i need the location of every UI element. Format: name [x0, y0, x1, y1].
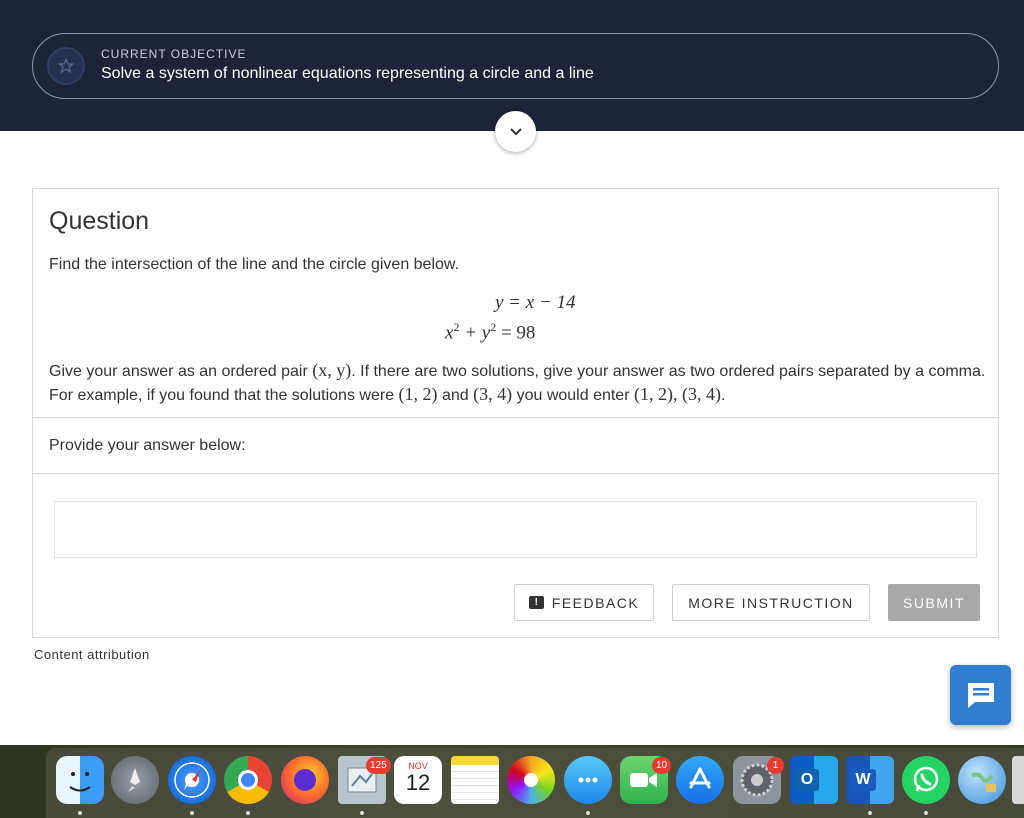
feedback-icon: !: [528, 596, 544, 609]
chevron-down-icon: [509, 127, 522, 135]
network-globe-icon[interactable]: [958, 756, 1006, 804]
app-store-icon[interactable]: [676, 756, 724, 804]
content-attribution-link[interactable]: Content attribution: [34, 647, 150, 662]
launchpad-icon[interactable]: [111, 756, 159, 804]
running-indicator: [360, 811, 364, 815]
photos-icon[interactable]: [507, 756, 555, 804]
running-indicator: [868, 811, 872, 815]
firefox-icon[interactable]: [281, 756, 329, 804]
outlook-icon[interactable]: O: [790, 756, 838, 804]
objective-text: Solve a system of nonlinear equations re…: [101, 65, 594, 82]
facetime-badge: 10: [652, 757, 672, 774]
safari-icon[interactable]: [168, 756, 216, 804]
answer-label: Provide your answer below:: [49, 437, 246, 454]
calendar-day: 12: [405, 770, 431, 795]
running-indicator: [78, 811, 82, 815]
submit-button[interactable]: SUBMIT: [888, 584, 980, 621]
word-letter: W: [850, 769, 876, 791]
star-icon: [47, 47, 85, 85]
equation-line: y = x − 14: [495, 292, 576, 313]
divider: [33, 473, 998, 474]
whatsapp-icon[interactable]: [902, 756, 950, 804]
calendar-icon[interactable]: NOV 12: [394, 756, 442, 804]
more-instruction-button[interactable]: MORE INSTRUCTION: [672, 584, 870, 621]
running-indicator: [190, 811, 194, 815]
finder-icon[interactable]: [56, 756, 104, 804]
outlook-letter: O: [794, 769, 820, 791]
question-title: Question: [49, 207, 150, 235]
running-indicator: [246, 811, 250, 815]
chat-icon: [967, 683, 994, 708]
running-indicator: [586, 811, 590, 815]
running-indicator: [924, 811, 928, 815]
answer-input[interactable]: [54, 501, 977, 558]
question-card: Question Find the intersection of the li…: [32, 188, 999, 638]
chrome-icon[interactable]: [224, 756, 272, 804]
settings-badge: 1: [767, 757, 784, 774]
feedback-button[interactable]: ! FEEDBACK: [514, 584, 654, 621]
dock-partial-icon[interactable]: [1012, 756, 1024, 804]
question-prompt: Find the intersection of the line and th…: [49, 256, 460, 273]
mail-badge: 125: [366, 757, 391, 774]
question-instructions: Give your answer as an ordered pair (x, …: [49, 360, 986, 404]
divider: [33, 417, 998, 418]
objective-label: CURRENT OBJECTIVE: [101, 47, 247, 61]
equation-circle: x2 + y2 = 98: [445, 320, 536, 344]
chat-button[interactable]: [950, 665, 1011, 725]
current-objective-banner[interactable]: CURRENT OBJECTIVE Solve a system of nonl…: [32, 33, 999, 99]
messages-icon[interactable]: [564, 756, 612, 804]
notes-icon[interactable]: [451, 756, 499, 804]
word-icon[interactable]: W: [846, 756, 894, 804]
expand-objective-button[interactable]: [495, 111, 536, 152]
